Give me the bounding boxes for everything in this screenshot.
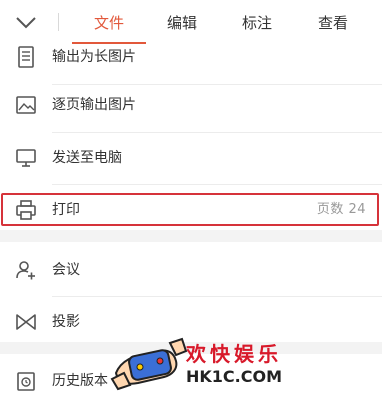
menu-item-label: 会议	[52, 262, 80, 278]
menu-item-meeting[interactable]: 会议	[0, 243, 382, 297]
gamepad-hands-icon	[110, 337, 188, 391]
tab-divider	[58, 13, 59, 31]
image-icon	[16, 96, 36, 114]
menu-item-send-to-computer[interactable]: 发送至电脑	[0, 131, 382, 185]
monitor-icon	[16, 149, 36, 167]
meeting-icon	[16, 261, 35, 280]
watermark: 欢快娱乐 HK1C.COM	[110, 333, 283, 391]
menu-item-label: 逐页输出图片	[52, 97, 136, 113]
menu-item-label: 发送至电脑	[52, 150, 122, 166]
menu-item-label: 历史版本	[52, 373, 108, 389]
watermark-title: 欢快娱乐	[186, 342, 282, 366]
section-gap	[0, 230, 382, 242]
history-icon	[17, 372, 35, 391]
menu-item-export-long-image[interactable]: 输出为长图片	[0, 30, 382, 84]
projection-icon	[16, 314, 36, 330]
long-image-icon	[18, 46, 34, 68]
watermark-site: HK1C.COM	[186, 367, 283, 386]
menu-item-label: 输出为长图片	[52, 49, 136, 65]
highlight-box	[1, 193, 379, 226]
menu-item-label: 投影	[52, 314, 80, 330]
menu-item-export-page-images[interactable]: 逐页输出图片	[0, 78, 382, 132]
